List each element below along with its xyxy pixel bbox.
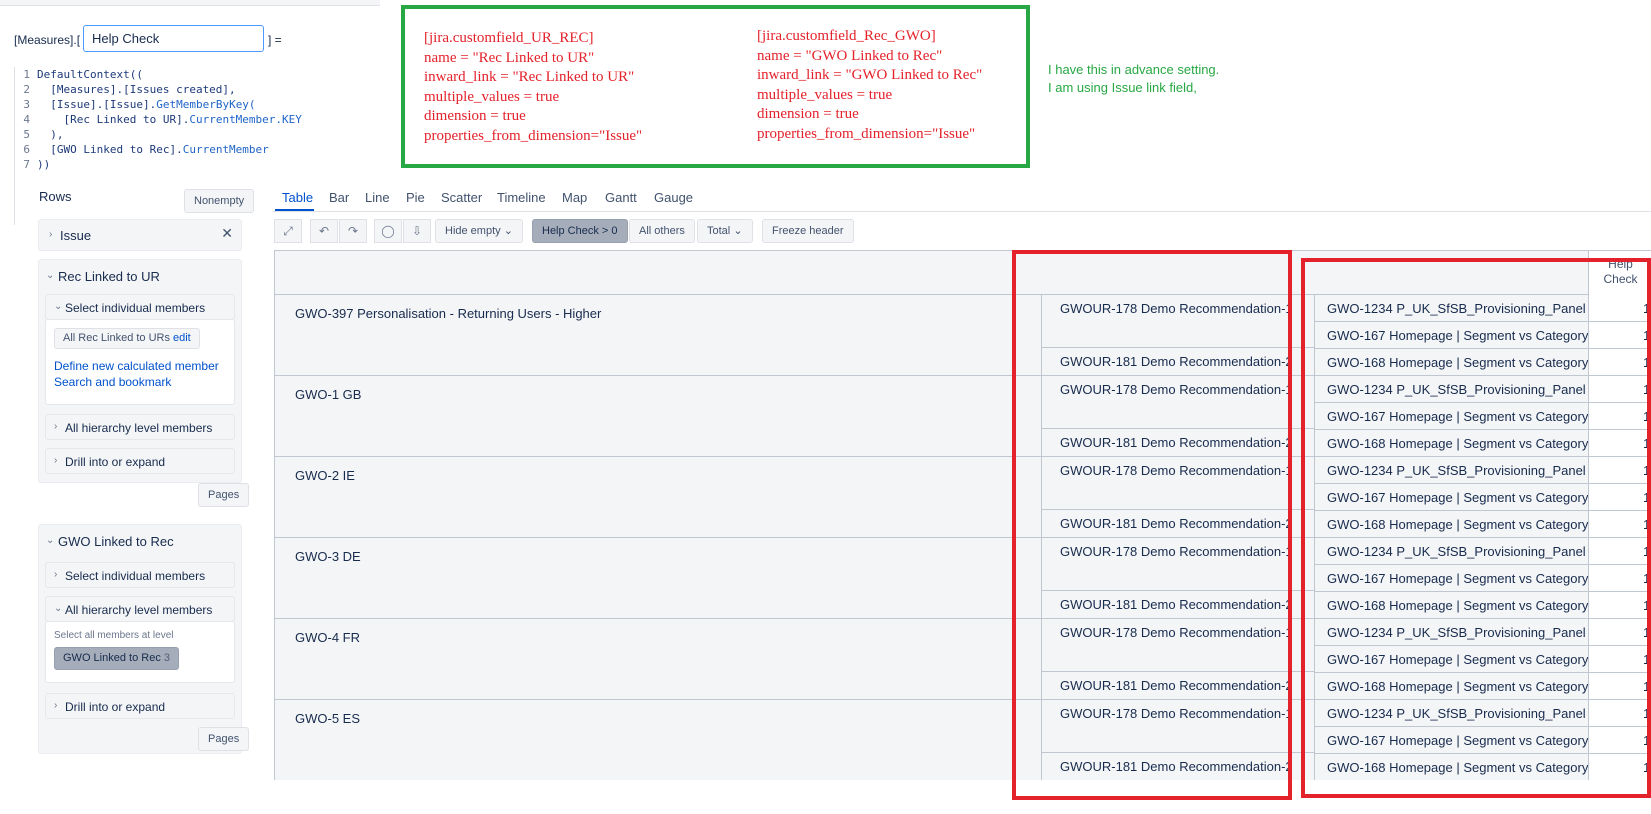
chevron-down-icon: ⌄ [503,225,513,237]
measure-name-input[interactable] [83,25,264,52]
gwo-all-levels-body: Select all members at level GWO Linked t… [45,621,235,683]
code-line: 1 DefaultContext(( [23,68,143,81]
total-dropdown[interactable]: Total ⌄ [697,219,753,243]
rec-all-levels[interactable]: › All hierarchy level members [45,414,235,440]
issue-cell[interactable]: GWO-397 Personalisation - Returning User… [275,295,1041,375]
tab-gantt[interactable]: Gantt [605,190,637,205]
advanced-setting-note: I have this in advance setting. I am usi… [1048,62,1220,95]
nonempty-button[interactable]: Nonempty [184,189,255,213]
code-line: 2 [Measures].[Issues created], [23,83,236,96]
download-icon[interactable]: ⇩ [403,219,431,243]
select-members-label: Select individual members [65,569,206,583]
chevron-down-icon: ⌄ [54,301,63,312]
chevron-down-icon[interactable]: ⌄ [46,270,54,281]
redo-icon[interactable]: ↷ [339,219,367,243]
tab-line[interactable]: Line [365,190,390,205]
issue-cell[interactable]: GWO-3 DE [275,538,1041,618]
chevron-right-icon: › [54,700,58,711]
tab-gauge[interactable]: Gauge [654,190,693,205]
drill-label: Drill into or expand [65,700,166,714]
rec-gwo-config-note: [jira.customfield_Rec_GWO] name = "GWO L… [757,28,983,142]
expand-icon[interactable]: ⤢ [274,219,302,243]
tab-divider [273,211,1651,212]
rec-drill[interactable]: › Drill into or expand [45,448,235,474]
issue-cell[interactable]: GWO-1 GB [275,376,1041,456]
gwo-all-levels[interactable]: ⌄ All hierarchy level members [45,596,235,622]
ur-rec-config-note: [jira.customfield_UR_REC] name = "Rec Li… [424,30,643,144]
close-icon[interactable]: ✕ [221,225,233,242]
chevron-right-icon: › [49,229,53,240]
all-levels-label: All hierarchy level members [65,421,213,435]
gwo-select-members[interactable]: › Select individual members [45,562,235,588]
tab-bar[interactable]: Bar [329,190,349,205]
gwo-linked-panel: ⌄ GWO Linked to Rec › Select individual … [38,524,242,754]
measure-suffix: ] = [268,33,282,47]
all-levels-label: All hierarchy level members [65,603,213,617]
all-others-button[interactable]: All others [629,219,695,243]
issue-dimension-label: Issue [60,228,92,243]
rec-pages-button[interactable]: Pages [198,483,250,507]
chevron-down-icon: ⌄ [54,603,63,614]
freeze-header-button[interactable]: Freeze header [762,219,854,243]
rec-select-members-body: All Rec Linked to URs edit Define new cal… [45,319,235,405]
tab-scatter[interactable]: Scatter [441,190,482,205]
issue-cell[interactable]: GWO-2 IE [275,457,1041,537]
issue-cell[interactable]: GWO-5 ES [275,700,1041,780]
undo-icon[interactable]: ↶ [310,219,338,243]
drill-label: Drill into or expand [65,455,166,469]
red-highlight-gwo-column [1301,258,1651,798]
define-calculated-member-link[interactable]: Define new calculated member [54,359,219,373]
issue-cell[interactable]: GWO-4 FR [275,619,1041,699]
rows-title: Rows [39,189,72,204]
measure-prefix: [Measures].[ [14,33,81,47]
tab-pie[interactable]: Pie [406,190,425,205]
code-line: 4 [Rec Linked to UR]. CurrentMember.KEY [23,113,302,126]
hide-empty-dropdown[interactable]: Hide empty ⌄ [435,219,523,243]
comment-icon[interactable]: ◯ [374,219,402,243]
chevron-down-icon[interactable]: ⌄ [46,535,54,546]
gwo-level-chip[interactable]: GWO Linked to Rec 3 [54,647,179,670]
code-line: 5 ), [23,128,64,141]
code-line: 6 [GWO Linked to Rec]. CurrentMember [23,143,269,156]
chevron-right-icon: › [54,569,58,580]
help-check-filter[interactable]: Help Check > 0 [532,219,628,243]
rec-linked-panel: ⌄ Rec Linked to UR ⌄ Select individual m… [38,259,242,483]
chevron-right-icon: › [54,421,58,432]
gwo-linked-title: GWO Linked to Rec [58,534,174,549]
tab-timeline[interactable]: Timeline [497,190,546,205]
chevron-right-icon: › [54,455,58,466]
search-bookmark-link[interactable]: Search and bookmark [54,375,171,389]
chevron-down-icon: ⌄ [733,225,743,237]
code-line: 3 [Issue].[Issue]. GetMemberByKey( [23,98,256,111]
rec-linked-title: Rec Linked to UR [58,269,160,284]
gwo-pages-button[interactable]: Pages [198,727,250,751]
rec-select-members[interactable]: ⌄ Select individual members [45,294,235,320]
top-strip [0,0,380,6]
select-members-label: Select individual members [65,301,206,315]
select-all-level-label: Select all members at level [54,630,174,641]
tab-map[interactable]: Map [562,190,587,205]
red-highlight-rec-column [1012,250,1292,800]
issue-dimension-panel[interactable]: › Issue ✕ [38,219,242,251]
gwo-drill[interactable]: › Drill into or expand [45,693,235,719]
tab-table[interactable]: Table [282,190,313,205]
all-rec-chip[interactable]: All Rec Linked to URs edit [54,328,200,349]
code-line: 7)) [23,158,51,171]
